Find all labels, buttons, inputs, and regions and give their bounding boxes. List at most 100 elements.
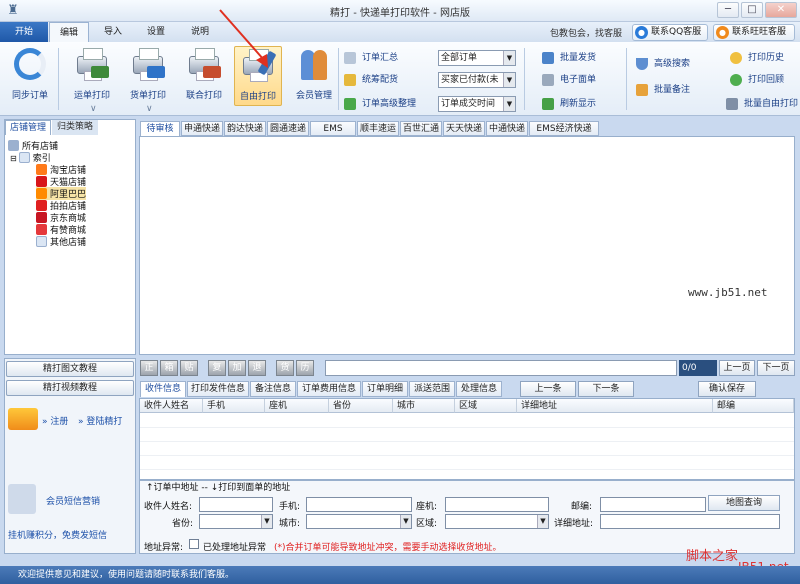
tab-recipient-info[interactable]: 收件信息 — [140, 381, 186, 397]
allocate-button[interactable]: 统筹配货 — [342, 72, 398, 88]
waybill-print-button[interactable]: 运单打印 — [68, 46, 116, 106]
toolbar-icon-4[interactable]: 复 — [208, 360, 226, 376]
phone-input[interactable] — [445, 497, 549, 512]
batch-ship-button[interactable]: 批量发货 — [540, 50, 596, 66]
tab-process-info[interactable]: 处理信息 — [456, 381, 502, 397]
toolbar-icon-6[interactable]: 退 — [248, 360, 266, 376]
register-link[interactable]: » 注册 — [42, 414, 68, 427]
waybill-label: 运单打印 — [73, 91, 110, 101]
toolbar-icon-2[interactable]: 箱 — [160, 360, 178, 376]
contact-wangwang-button[interactable]: ● 联系旺旺客服 — [713, 24, 795, 41]
toolbar-icon-7[interactable]: 货 — [276, 360, 294, 376]
toolbar-icon-8[interactable]: 历 — [296, 360, 314, 376]
maximize-button[interactable]: □ — [741, 2, 763, 18]
free-label: 自由打印 — [239, 92, 276, 102]
ribbon-divider — [338, 48, 339, 110]
sms-marketing-link[interactable]: 会员短信营销 — [46, 494, 100, 507]
mobile-input[interactable] — [306, 497, 412, 512]
tab-best[interactable]: 百世汇通 — [400, 121, 442, 136]
invoice-print-button[interactable]: 货单打印 — [124, 46, 172, 106]
tab-sender-info[interactable]: 打印发件信息 — [187, 381, 249, 397]
batch-note-button[interactable]: 批量备注 — [634, 82, 690, 98]
refresh-button[interactable]: 刷新显示 — [540, 96, 596, 112]
prev-record-button[interactable]: 上一条 — [520, 381, 576, 397]
payment-status-select[interactable]: 买家已付款(未 ▼ — [438, 72, 516, 88]
youzan-icon — [36, 224, 47, 235]
login-link[interactable]: » 登陆精打 — [78, 414, 122, 427]
tab-tiantian[interactable]: 天天快递 — [443, 121, 485, 136]
tab-category-strategy[interactable]: 归类策略 — [52, 120, 98, 135]
tab-yto[interactable]: 圆通速递 — [267, 121, 309, 136]
col-phone[interactable]: 座机 — [265, 399, 329, 413]
toolbar-icon-1[interactable]: 正 — [140, 360, 158, 376]
tab-yunda[interactable]: 韵达快递 — [224, 121, 266, 136]
tab-ems-economy[interactable]: EMS经济快递 — [529, 121, 599, 136]
tab-note-info[interactable]: 备注信息 — [250, 381, 296, 397]
toolbar-icon-3[interactable]: 贴 — [180, 360, 198, 376]
minimize-button[interactable]: ─ — [717, 2, 739, 18]
tree-item-other[interactable]: 其他店铺 — [36, 235, 86, 248]
sync-orders-button[interactable]: 同步订单 — [6, 46, 54, 106]
col-address[interactable]: 详细地址 — [517, 399, 713, 413]
tab-ems[interactable]: EMS — [310, 121, 356, 136]
tab-start[interactable]: 开始 — [0, 22, 48, 42]
tab-import[interactable]: 导入 — [94, 22, 132, 42]
order-filter-select[interactable]: 全部订单 ▼ — [438, 50, 516, 66]
invoice-dropdown-icon[interactable]: ∨ — [146, 104, 153, 114]
toolbar-icon-5[interactable]: 加 — [228, 360, 246, 376]
orders-grid[interactable] — [139, 136, 795, 355]
tab-order-fee[interactable]: 订单费用信息 — [297, 381, 361, 397]
video-tutorial-button[interactable]: 精打视频教程 — [6, 380, 134, 396]
tab-zto[interactable]: 中通快递 — [486, 121, 528, 136]
sort-field-select[interactable]: 订单成交时间 ▼ — [438, 96, 516, 112]
zip-input[interactable] — [600, 497, 706, 512]
waybill-dropdown-icon[interactable]: ∨ — [90, 104, 97, 114]
tab-delivery-range[interactable]: 派送范围 — [409, 381, 455, 397]
next-record-button[interactable]: 下一条 — [578, 381, 634, 397]
map-query-button[interactable]: 地图查询 — [708, 495, 780, 511]
ribbon-divider — [524, 48, 525, 110]
tab-shop-management[interactable]: 店铺管理 — [5, 120, 51, 135]
order-summary-button[interactable]: 订单汇总 — [342, 50, 398, 66]
address-input[interactable] — [600, 514, 780, 529]
batch-free-print-button[interactable]: 批量自由打印 — [724, 96, 798, 112]
wangwang-label: 联系旺旺客服 — [732, 27, 787, 37]
col-mobile[interactable]: 手机 — [203, 399, 265, 413]
zip-label: 邮编: — [571, 502, 593, 512]
tab-pending-review[interactable]: 待审核 — [140, 121, 180, 136]
tab-sf[interactable]: 顺丰速运 — [357, 121, 399, 136]
quick-search-input[interactable] — [325, 360, 677, 376]
confirm-save-button[interactable]: 确认保存 — [698, 381, 756, 397]
advanced-search-button[interactable]: 高级搜索 — [634, 56, 690, 72]
province-select[interactable]: ▼ — [199, 514, 273, 529]
tab-edit[interactable]: 编辑 — [49, 22, 89, 42]
mobile-label: 手机: — [279, 502, 301, 512]
window-title: 精打 - 快递单打印软件 - 网店版 — [330, 8, 470, 19]
col-district[interactable]: 区域 — [455, 399, 517, 413]
city-select[interactable]: ▼ — [306, 514, 412, 529]
print-history-button[interactable]: 打印历史 — [728, 50, 784, 66]
col-city[interactable]: 城市 — [393, 399, 455, 413]
prev-page-button[interactable]: 上一页 — [719, 360, 755, 376]
col-zipcode[interactable]: 邮编 — [713, 399, 794, 413]
col-province[interactable]: 省份 — [329, 399, 393, 413]
advanced-sort-button[interactable]: 订单高级整理 — [342, 96, 416, 112]
tab-settings[interactable]: 设置 — [136, 22, 176, 42]
tab-order-detail[interactable]: 订单明细 — [362, 381, 408, 397]
address-handled-checkbox[interactable] — [189, 539, 199, 549]
earn-points-link[interactable]: 挂机赚积分，免费发短信 — [8, 528, 107, 541]
graphic-tutorial-button[interactable]: 精打图文教程 — [6, 361, 134, 377]
print-review-button[interactable]: 打印回顾 — [728, 72, 784, 88]
recipient-name-input[interactable] — [199, 497, 273, 512]
district-select[interactable]: ▼ — [445, 514, 549, 529]
contact-qq-button[interactable]: ● 联系QQ客服 — [632, 24, 708, 41]
member-management-button[interactable]: 会员管理 — [290, 46, 338, 106]
tab-sto[interactable]: 申通快递 — [181, 121, 223, 136]
watermark-site-name: 脚本之家 — [686, 549, 739, 564]
e-waybill-button[interactable]: 电子面单 — [540, 72, 596, 88]
next-page-button[interactable]: 下一页 — [757, 360, 795, 376]
qq-icon: ● — [635, 26, 648, 39]
col-recipient-name[interactable]: 收件人姓名 — [140, 399, 203, 413]
close-button[interactable]: ✕ — [765, 2, 797, 18]
district-label: 区域: — [416, 519, 438, 529]
